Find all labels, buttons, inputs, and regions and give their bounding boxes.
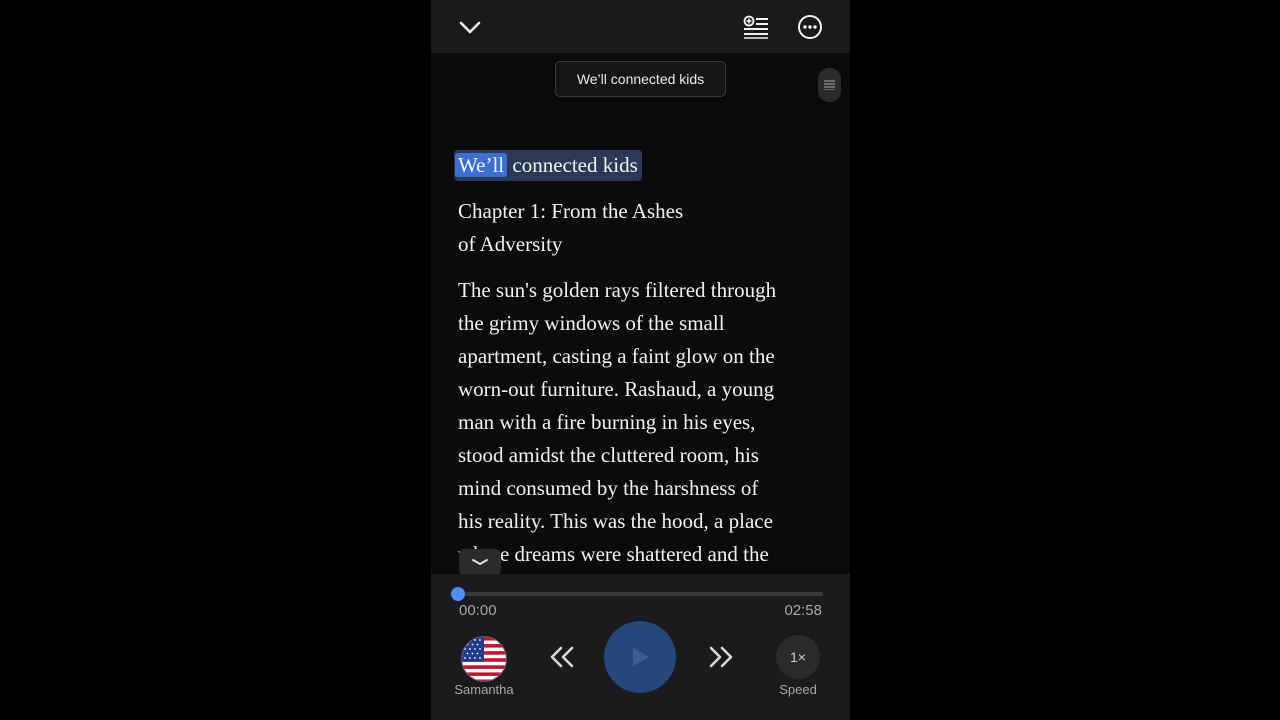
rewind-button[interactable] bbox=[544, 642, 580, 672]
text-line: the grimy windows of the small bbox=[458, 311, 725, 335]
collapse-button[interactable] bbox=[454, 12, 486, 42]
progress-knob[interactable] bbox=[451, 587, 465, 601]
fast-forward-icon bbox=[709, 646, 733, 668]
play-icon bbox=[633, 648, 649, 666]
playlist-add-button[interactable] bbox=[739, 12, 773, 42]
chevron-down-icon bbox=[472, 559, 488, 566]
text-line: mind consumed by the harshness of bbox=[458, 476, 759, 500]
chevron-down-icon bbox=[459, 21, 481, 34]
chapter-title: Chapter 1: From the Ashes of Adversity bbox=[458, 195, 828, 261]
scroll-handle[interactable] bbox=[818, 68, 841, 102]
heading-rest: connected kids bbox=[507, 153, 638, 177]
rewind-icon bbox=[550, 646, 574, 668]
body-text: The sun's golden rays filtered through t… bbox=[458, 274, 828, 571]
total-time: 02:58 bbox=[784, 602, 822, 619]
collapse-text-button[interactable] bbox=[459, 549, 501, 575]
voice-select-button[interactable]: Samantha bbox=[449, 634, 519, 704]
chapter-line: Chapter 1: From the Ashes bbox=[458, 199, 684, 223]
chapter-line: of Adversity bbox=[458, 232, 563, 256]
text-line: stood amidst the cluttered room, his bbox=[458, 443, 759, 467]
top-bar bbox=[431, 0, 850, 53]
more-circle-icon bbox=[798, 15, 822, 39]
text-line: his reality. This was the hood, a place bbox=[458, 509, 773, 533]
text-line: man with a fire burning in his eyes, bbox=[458, 410, 756, 434]
more-button[interactable] bbox=[793, 10, 827, 44]
us-flag-icon bbox=[461, 636, 507, 682]
play-button[interactable] bbox=[604, 621, 676, 693]
elapsed-time: 00:00 bbox=[459, 602, 497, 619]
speed-button[interactable]: 1× Speed bbox=[767, 634, 829, 704]
reader-content: We’ll connected kids Chapter 1: From the… bbox=[454, 150, 828, 571]
player-panel: 00:00 02:58 Samantha 1× Speed bbox=[431, 574, 850, 720]
speed-value: 1× bbox=[776, 635, 820, 679]
fast-forward-button[interactable] bbox=[703, 642, 739, 672]
document-heading[interactable]: We’ll connected kids bbox=[454, 150, 642, 181]
text-line: where dreams were shattered and the bbox=[458, 542, 769, 566]
speed-label: Speed bbox=[779, 682, 817, 697]
text-line: worn-out furniture. Rashaud, a young bbox=[458, 377, 775, 401]
text-line: apartment, casting a faint glow on the bbox=[458, 344, 775, 368]
phone-screen: We’ll connected kids We’ll connected kid… bbox=[431, 0, 850, 720]
current-word-highlight: We’ll bbox=[455, 153, 508, 177]
document-title-pill[interactable]: We’ll connected kids bbox=[555, 61, 726, 97]
grip-lines-icon bbox=[824, 80, 835, 90]
voice-label: Samantha bbox=[454, 682, 514, 697]
playlist-add-icon bbox=[743, 15, 768, 39]
progress-slider[interactable] bbox=[451, 587, 823, 601]
text-line: The sun's golden rays filtered through bbox=[458, 278, 777, 302]
